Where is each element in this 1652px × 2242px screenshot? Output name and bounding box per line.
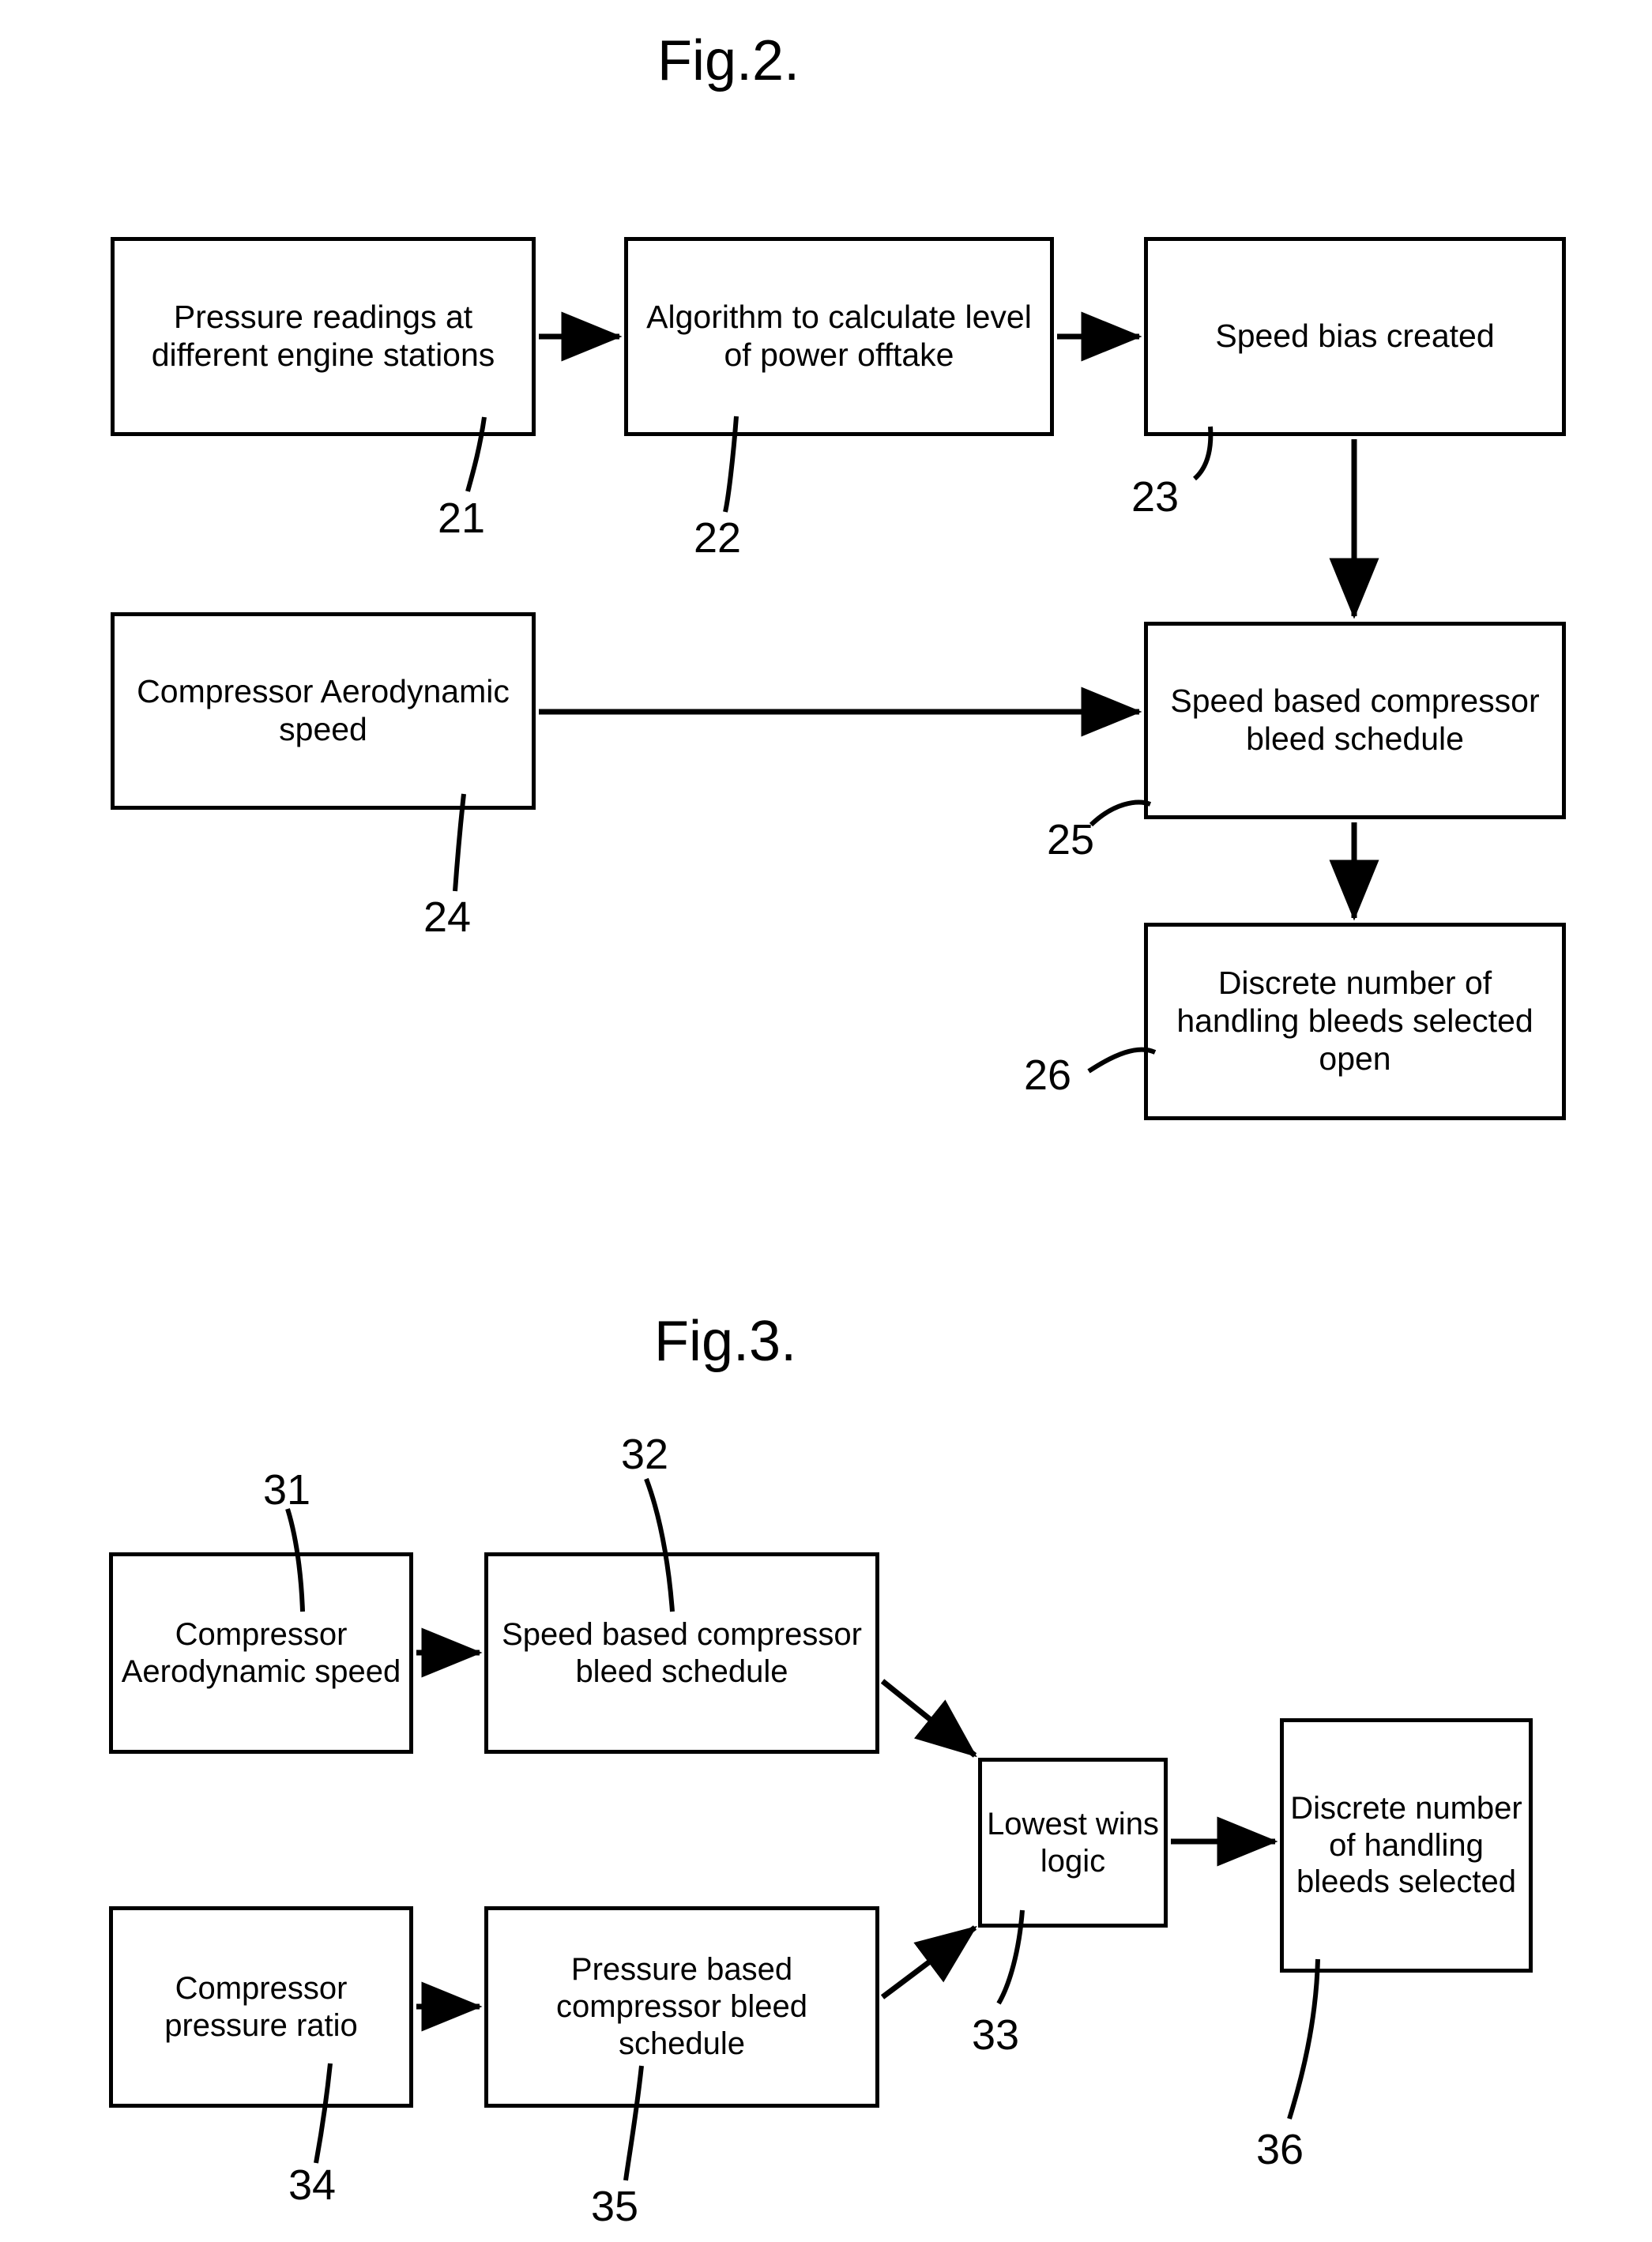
fig3-ref-31: 31 bbox=[263, 1466, 311, 1514]
fig2-node-21-label: Pressure readings at different engine st… bbox=[151, 299, 495, 373]
fig2-ref-22: 22 bbox=[694, 514, 742, 562]
fig2-ref-21: 21 bbox=[438, 495, 486, 542]
fig2-ref-24: 24 bbox=[423, 893, 472, 941]
fig2-leader-25 bbox=[1089, 799, 1152, 827]
fig2-node-24-compressor-aero-speed: Compressor Aerodynamic speed bbox=[111, 612, 536, 810]
fig3-arrow-35-to-33 bbox=[880, 1925, 977, 1999]
fig3-node-33-label: Lowest wins logic bbox=[987, 1806, 1159, 1879]
fig2-node-23-label: Speed bias created bbox=[1215, 318, 1495, 355]
fig2-node-25-speed-based-schedule: Speed based compressor bleed schedule bbox=[1144, 622, 1566, 819]
fig3-ref-32: 32 bbox=[621, 1431, 669, 1478]
fig3-node-33-lowest-wins-logic: Lowest wins logic bbox=[978, 1758, 1168, 1928]
fig2-node-26-label: Discrete number of handling bleeds selec… bbox=[1176, 965, 1533, 1077]
fig2-ref-26: 26 bbox=[1024, 1051, 1072, 1099]
fig3-node-31-label: Compressor Aerodynamic speed bbox=[121, 1616, 401, 1689]
fig2-node-23-speed-bias: Speed bias created bbox=[1144, 237, 1566, 436]
fig3-ref-33: 33 bbox=[972, 2011, 1020, 2059]
fig2-node-22-label: Algorithm to calculate level of power of… bbox=[646, 299, 1032, 373]
fig3-ref-36: 36 bbox=[1256, 2126, 1304, 2173]
fig3-ref-34: 34 bbox=[288, 2161, 337, 2209]
patent-drawing-sheet: Fig.2. Pressure readings at different en… bbox=[0, 0, 1652, 2242]
fig3-node-34-compressor-pressure-ratio: Compressor pressure ratio bbox=[109, 1906, 413, 2108]
figure-2-title: Fig.2. bbox=[657, 29, 800, 92]
fig2-node-25-label: Speed based compressor bleed schedule bbox=[1170, 683, 1540, 757]
fig2-node-22-algorithm: Algorithm to calculate level of power of… bbox=[624, 237, 1054, 436]
fig2-ref-23: 23 bbox=[1131, 473, 1180, 521]
fig3-node-32-speed-based-schedule: Speed based compressor bleed schedule bbox=[484, 1552, 879, 1754]
fig3-node-35-pressure-based-schedule: Pressure based compressor bleed schedule bbox=[484, 1906, 879, 2108]
fig3-node-35-label: Pressure based compressor bleed schedule bbox=[556, 1952, 807, 2061]
fig3-node-36-discrete-bleeds-selected: Discrete number of handling bleeds selec… bbox=[1280, 1718, 1533, 1973]
fig3-leader-36 bbox=[1287, 1958, 1320, 2120]
fig2-node-21-pressure-readings: Pressure readings at different engine st… bbox=[111, 237, 536, 436]
fig3-arrow-32-to-33 bbox=[880, 1679, 977, 1758]
fig3-node-32-label: Speed based compressor bleed schedule bbox=[502, 1616, 862, 1689]
fig2-ref-25: 25 bbox=[1047, 816, 1095, 863]
figure-3-title: Fig.3. bbox=[654, 1310, 797, 1373]
fig3-node-36-label: Discrete number of handling bleeds selec… bbox=[1290, 1790, 1522, 1900]
fig2-node-26-discrete-bleeds-open: Discrete number of handling bleeds selec… bbox=[1144, 923, 1566, 1120]
fig3-ref-35: 35 bbox=[591, 2183, 639, 2230]
fig3-node-34-label: Compressor pressure ratio bbox=[164, 1970, 358, 2043]
fig2-node-24-label: Compressor Aerodynamic speed bbox=[137, 673, 510, 747]
fig3-node-31-compressor-aero-speed: Compressor Aerodynamic speed bbox=[109, 1552, 413, 1754]
